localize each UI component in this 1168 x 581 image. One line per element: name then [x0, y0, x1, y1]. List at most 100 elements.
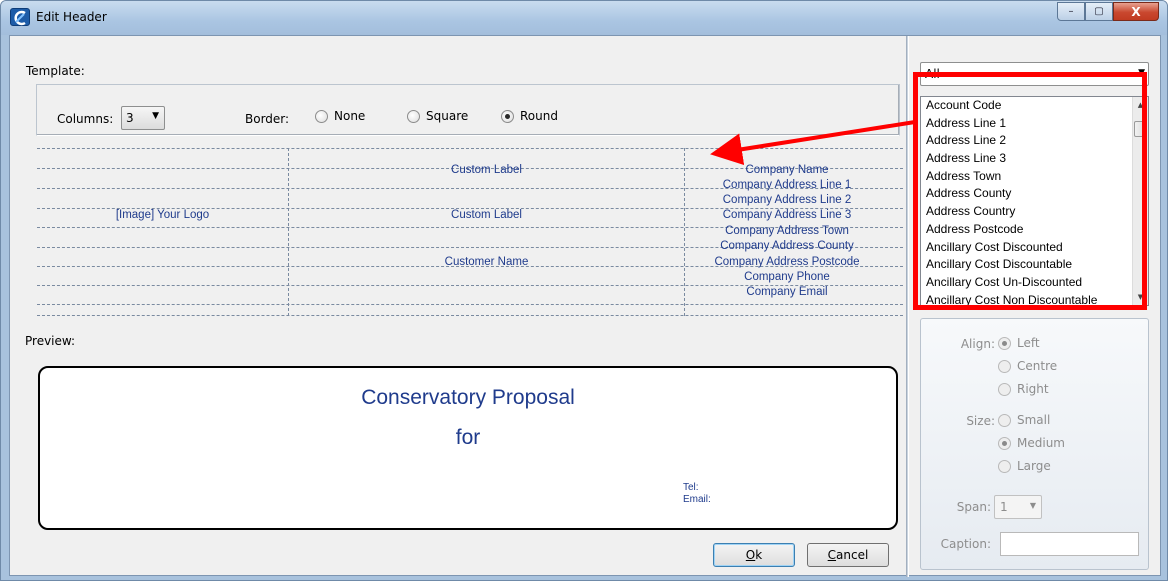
dialog-client-area: Template: Columns: 3 ▼ Border: None Squa…	[9, 35, 1161, 577]
template-cell[interactable]: [Image] Your Logo	[37, 209, 288, 221]
radio-icon	[407, 109, 420, 123]
window-title: Edit Header	[36, 10, 107, 24]
template-cell[interactable]: Company Address Line 3	[687, 209, 887, 221]
span-select[interactable]: 1 ▼	[994, 495, 1042, 519]
list-item[interactable]: Ancillary Cost Discounted	[921, 239, 1148, 257]
list-item[interactable]: Ancillary Cost Un-Discounted	[921, 274, 1148, 292]
radio-checked-icon	[998, 336, 1011, 350]
border-option-label: None	[334, 109, 366, 123]
preview-label: Preview:	[25, 334, 76, 348]
border-option-label: Round	[520, 109, 558, 123]
align-option-label: Centre	[1017, 359, 1058, 373]
align-label: Align:	[960, 337, 995, 351]
border-radio-round[interactable]: Round	[501, 109, 558, 123]
radio-checked-icon	[501, 109, 514, 123]
radio-checked-icon	[998, 436, 1011, 450]
ok-mnemonic: O	[745, 548, 756, 562]
minimize-button[interactable]: –	[1057, 2, 1085, 21]
list-item[interactable]: Address Town	[921, 168, 1148, 186]
field-list[interactable]: Account Code Address Line 1 Address Line…	[920, 96, 1149, 306]
caption-label: Caption:	[940, 537, 991, 551]
columns-select[interactable]: 3 ▼	[121, 106, 165, 130]
maximize-icon: ▢	[1094, 6, 1104, 17]
template-cell[interactable]: Company Phone	[687, 271, 887, 283]
title-bar[interactable]: Edit Header – ▢ X	[1, 1, 1167, 35]
align-option-label: Right	[1017, 382, 1049, 396]
size-radio-medium[interactable]: Medium	[998, 436, 1065, 450]
preview-email: Email:	[683, 494, 711, 505]
list-item[interactable]: Address Line 2	[921, 132, 1148, 150]
span-value: 1	[1000, 500, 1008, 514]
list-item[interactable]: Ancillary Cost Non Discountable	[921, 292, 1148, 305]
template-label: Template:	[26, 64, 85, 78]
splitter[interactable]	[906, 36, 909, 577]
border-label: Border:	[245, 112, 290, 126]
template-cell[interactable]: Company Address Town	[687, 225, 887, 237]
template-cell[interactable]: Company Address Postcode	[687, 256, 887, 268]
preview-title: Conservatory Proposal	[361, 386, 575, 409]
span-label: Span:	[956, 500, 991, 514]
template-cell[interactable]: Company Email	[687, 286, 887, 298]
chevron-down-icon: ▼	[152, 111, 159, 121]
cancel-button[interactable]: Cancel	[807, 543, 889, 567]
template-options-group: Columns: 3 ▼ Border: None Square Round	[36, 84, 900, 136]
size-option-label: Large	[1017, 459, 1051, 473]
template-cell[interactable]: Company Address County	[687, 240, 887, 252]
columns-label: Columns:	[57, 112, 114, 126]
template-cell[interactable]: Customer Name	[289, 256, 684, 268]
template-cell[interactable]: Custom Label	[289, 164, 684, 176]
size-option-label: Medium	[1017, 436, 1065, 450]
edit-header-window: Edit Header – ▢ X Template: Columns: 3 ▼…	[0, 0, 1168, 581]
align-radio-left[interactable]: Left	[998, 336, 1040, 350]
border-option-label: Square	[426, 109, 469, 123]
scroll-down-icon[interactable]: ▼	[1133, 289, 1148, 305]
size-radio-large[interactable]: Large	[998, 459, 1051, 473]
radio-icon	[998, 459, 1011, 473]
list-item[interactable]: Address Country	[921, 203, 1148, 221]
preview-tel: Tel:	[683, 482, 699, 493]
close-button[interactable]: X	[1113, 2, 1159, 21]
radio-icon	[998, 413, 1011, 427]
scroll-thumb[interactable]	[1134, 121, 1147, 137]
header-preview: Conservatory Proposal for Tel: Email:	[38, 366, 898, 530]
cancel-label: ancel	[836, 548, 869, 562]
radio-icon	[315, 109, 328, 123]
minimize-icon: –	[1068, 6, 1074, 17]
template-cell[interactable]: Company Address Line 1	[687, 179, 887, 191]
template-cell[interactable]: Company Name	[687, 164, 887, 176]
grid-line	[37, 315, 903, 316]
list-item[interactable]: Address Postcode	[921, 221, 1148, 239]
template-cell[interactable]: Custom Label	[289, 209, 684, 221]
cancel-mnemonic: C	[827, 548, 837, 562]
radio-icon	[998, 359, 1011, 373]
list-item[interactable]: Account Code	[921, 97, 1148, 115]
template-grid[interactable]: [Image] Your Logo Custom Label Custom La…	[37, 148, 903, 316]
ok-label: k	[755, 548, 763, 562]
list-item[interactable]: Ancillary Cost Discountable	[921, 256, 1148, 274]
field-filter-combo[interactable]: All ▼	[920, 62, 1149, 86]
grid-line	[37, 304, 903, 305]
border-radio-none[interactable]: None	[315, 109, 365, 123]
columns-value: 3	[126, 111, 134, 125]
align-radio-centre[interactable]: Centre	[998, 359, 1057, 373]
field-properties-panel: Align: Left Centre Right Size: Small Med…	[920, 318, 1149, 570]
align-radio-right[interactable]: Right	[998, 382, 1049, 396]
chevron-down-icon: ▼	[1138, 68, 1145, 78]
size-radio-small[interactable]: Small	[998, 413, 1050, 427]
maximize-button[interactable]: ▢	[1085, 2, 1113, 21]
close-icon: X	[1131, 4, 1141, 19]
list-item[interactable]: Address County	[921, 185, 1148, 203]
grid-line	[684, 148, 685, 316]
scroll-up-icon[interactable]: ▲	[1133, 97, 1148, 113]
chevron-down-icon: ▼	[1029, 501, 1036, 510]
ok-button[interactable]: Ok	[713, 543, 795, 567]
border-radio-square[interactable]: Square	[407, 109, 468, 123]
list-scrollbar[interactable]: ▲ ▼	[1132, 97, 1148, 305]
template-cell[interactable]: Company Address Line 2	[687, 194, 887, 206]
caption-input[interactable]	[1000, 532, 1139, 556]
app-icon	[10, 8, 30, 26]
list-item[interactable]: Address Line 1	[921, 115, 1148, 133]
list-item[interactable]: Address Line 3	[921, 150, 1148, 168]
size-option-label: Small	[1017, 413, 1051, 427]
align-option-label: Left	[1017, 336, 1040, 350]
